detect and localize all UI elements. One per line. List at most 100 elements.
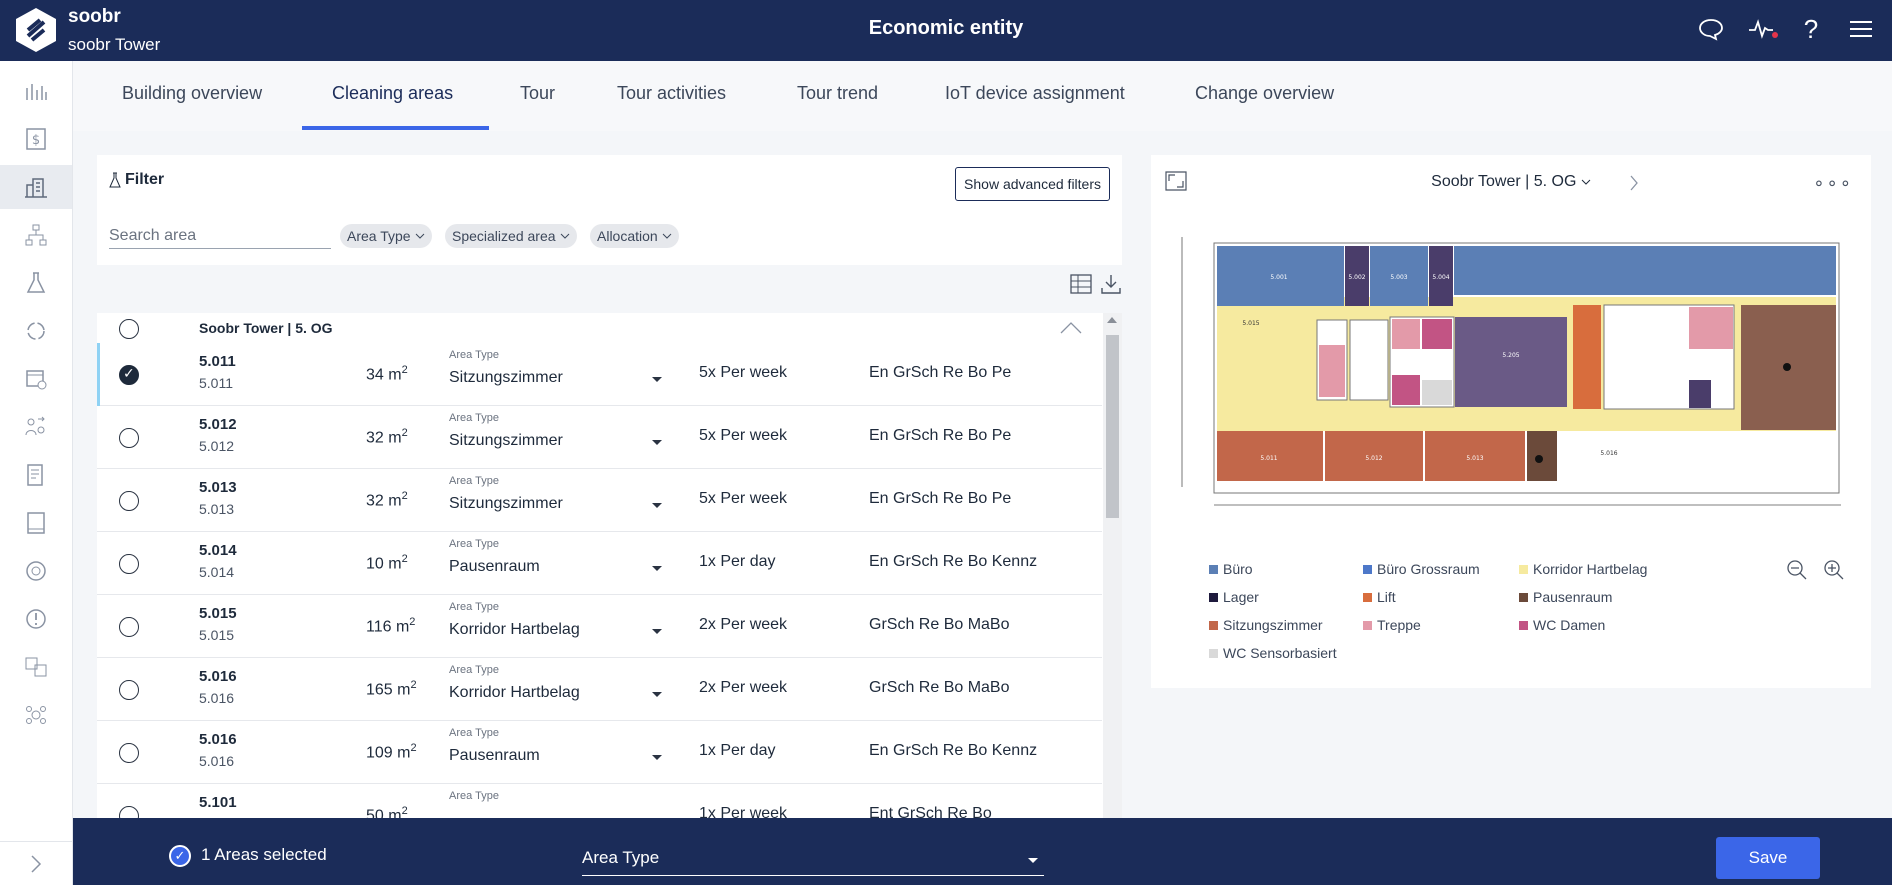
area-name: 5.015 bbox=[199, 605, 237, 622]
table-row[interactable]: 5.016 5.016 165 m2 Area Type Korridor Hartbe… bbox=[97, 658, 1102, 721]
table-row[interactable]: 5.011 5.011 34 m2 Area Type Sitzungszimmer 5x… bbox=[97, 343, 1102, 406]
table-row[interactable]: 5.012 5.012 32 m2 Area Type Sitzungszimmer 5x… bbox=[97, 406, 1102, 469]
table-row[interactable]: 5.101 50 m2 Area Type 1x Per week Ent GrSch … bbox=[97, 784, 1102, 818]
zoom-in-icon[interactable] bbox=[1823, 559, 1845, 581]
room-5-203[interactable] bbox=[1573, 305, 1601, 409]
building-icon[interactable] bbox=[0, 165, 72, 209]
table-scrollbar[interactable] bbox=[1103, 313, 1122, 818]
specialized-area-filter-chip[interactable]: Specialized area bbox=[445, 224, 577, 248]
tab-building-overview[interactable]: Building overview bbox=[122, 83, 262, 104]
chevron-up-icon[interactable] bbox=[1060, 321, 1082, 335]
room-5-014[interactable] bbox=[1527, 431, 1557, 481]
area-type-filter-chip[interactable]: Area Type bbox=[340, 224, 432, 248]
hierarchy-icon[interactable] bbox=[0, 213, 72, 257]
menu-icon[interactable] bbox=[1846, 14, 1876, 44]
area-type-value[interactable]: Pausenraum bbox=[449, 747, 540, 765]
legend-label: Treppe bbox=[1377, 617, 1421, 633]
legend-item: Lift bbox=[1363, 589, 1396, 605]
room-5-205[interactable] bbox=[1455, 317, 1567, 407]
map-floor-selector[interactable]: Soobr Tower | 5. OG bbox=[1151, 173, 1871, 191]
tab-change-overview[interactable]: Change overview bbox=[1195, 83, 1334, 104]
chat-icon[interactable] bbox=[1696, 14, 1726, 44]
cycle-icon[interactable] bbox=[0, 309, 72, 353]
group-header-row[interactable]: Soobr Tower | 5. OG bbox=[97, 313, 1102, 343]
scroll-up-icon[interactable] bbox=[1107, 317, 1117, 323]
selected-check-icon: ✓ bbox=[169, 845, 191, 867]
cleaning-frequency: 1x Per day bbox=[699, 553, 776, 570]
table-row[interactable]: 5.015 5.015 116 m2 Area Type Korridor Hartbe… bbox=[97, 595, 1102, 658]
row-select-radio[interactable] bbox=[119, 743, 139, 763]
caret-down-icon[interactable] bbox=[652, 377, 662, 382]
service-codes: GrSch Re Bo MaBo bbox=[869, 616, 1010, 633]
row-select-radio[interactable] bbox=[119, 617, 139, 637]
caret-down-icon[interactable] bbox=[652, 692, 662, 697]
service-codes: Ent GrSch Re Bo bbox=[869, 805, 992, 818]
area-type-select[interactable]: Area Type bbox=[582, 848, 1044, 876]
building-name[interactable]: soobr Tower bbox=[68, 35, 160, 55]
alert-icon[interactable] bbox=[0, 597, 72, 641]
tablet-icon[interactable] bbox=[0, 501, 72, 545]
help-icon[interactable]: ? bbox=[1796, 14, 1826, 44]
table-row[interactable]: 5.014 5.014 10 m2 Area Type Pausenraum 1x Per… bbox=[97, 532, 1102, 595]
dollar-icon[interactable]: $ bbox=[0, 117, 72, 161]
area-type-select-label: Area Type bbox=[582, 848, 660, 867]
area-type-value[interactable]: Pausenraum bbox=[449, 558, 540, 576]
table-row[interactable]: 5.016 5.016 109 m2 Area Type Pausenraum 1x Pe… bbox=[97, 721, 1102, 784]
soobr-logo-icon[interactable] bbox=[14, 6, 58, 54]
dashboard-chart-icon[interactable] bbox=[0, 69, 72, 113]
tab-cleaning-areas[interactable]: Cleaning areas bbox=[332, 83, 453, 104]
area-name: 5.013 bbox=[199, 479, 237, 496]
table-view-icon[interactable] bbox=[1070, 273, 1092, 295]
row-select-radio[interactable] bbox=[119, 680, 139, 700]
flask-icon[interactable] bbox=[0, 261, 72, 305]
activity-icon[interactable] bbox=[1746, 14, 1778, 44]
area-type-label: Area Type bbox=[449, 349, 499, 361]
group-select-radio[interactable] bbox=[119, 319, 139, 339]
row-select-radio[interactable] bbox=[119, 806, 139, 818]
area-name: 5.016 bbox=[199, 668, 237, 685]
scroll-thumb[interactable] bbox=[1106, 335, 1119, 518]
active-tab-indicator bbox=[302, 126, 489, 130]
more-options-icon[interactable]: ∘∘∘ bbox=[1813, 173, 1853, 194]
chevron-right-icon[interactable] bbox=[1629, 175, 1639, 191]
translate-icon[interactable] bbox=[0, 645, 72, 689]
room-5-005[interactable] bbox=[1454, 246, 1836, 295]
row-select-radio[interactable] bbox=[119, 428, 139, 448]
report-icon[interactable] bbox=[0, 453, 72, 497]
download-icon[interactable] bbox=[1100, 273, 1122, 295]
zoom-out-icon[interactable] bbox=[1786, 559, 1808, 581]
row-select-radio[interactable] bbox=[119, 491, 139, 511]
show-advanced-filters-button[interactable]: Show advanced filters bbox=[955, 167, 1110, 201]
area-type-value[interactable]: Sitzungszimmer bbox=[449, 432, 563, 450]
swap-users-icon[interactable] bbox=[0, 405, 72, 449]
floor-plan[interactable]: 5.001 5.002 5.003 5.004 5.205 5.011 5.012 5.01… bbox=[1179, 235, 1849, 515]
save-button[interactable]: Save bbox=[1716, 837, 1820, 879]
row-select-radio[interactable] bbox=[119, 554, 139, 574]
tab-iot-device-assignment[interactable]: IoT device assignment bbox=[945, 83, 1125, 104]
area-type-value[interactable]: Korridor Hartbelag bbox=[449, 684, 580, 702]
area-type-value[interactable]: Korridor Hartbelag bbox=[449, 621, 580, 639]
area-size-value: 50 m bbox=[366, 807, 402, 818]
cleaning-frequency: 2x Per week bbox=[699, 616, 788, 633]
caret-down-icon[interactable] bbox=[652, 629, 662, 634]
tab-tour-trend[interactable]: Tour trend bbox=[797, 83, 878, 104]
tab-tour[interactable]: Tour bbox=[520, 83, 555, 104]
row-select-radio[interactable] bbox=[119, 365, 139, 385]
table-row[interactable]: 5.013 5.013 32 m2 Area Type Sitzungszimmer 5x… bbox=[97, 469, 1102, 532]
search-area-input[interactable] bbox=[109, 223, 331, 249]
calendar-clock-icon[interactable] bbox=[0, 357, 72, 401]
caret-down-icon[interactable] bbox=[652, 566, 662, 571]
team-settings-icon[interactable] bbox=[0, 693, 72, 737]
target-icon[interactable] bbox=[0, 549, 72, 593]
area-type-value[interactable]: Sitzungszimmer bbox=[449, 495, 563, 513]
svg-text:5.001: 5.001 bbox=[1270, 274, 1287, 281]
caret-down-icon[interactable] bbox=[652, 440, 662, 445]
caret-down-icon[interactable] bbox=[652, 755, 662, 760]
caret-down-icon[interactable] bbox=[652, 503, 662, 508]
svg-text:5.011: 5.011 bbox=[1260, 455, 1277, 462]
legend-label: WC Damen bbox=[1533, 617, 1606, 633]
tab-tour-activities[interactable]: Tour activities bbox=[617, 83, 726, 104]
sidebar-expand-icon[interactable] bbox=[0, 841, 72, 885]
allocation-filter-chip[interactable]: Allocation bbox=[590, 224, 679, 248]
area-type-value[interactable]: Sitzungszimmer bbox=[449, 369, 563, 387]
